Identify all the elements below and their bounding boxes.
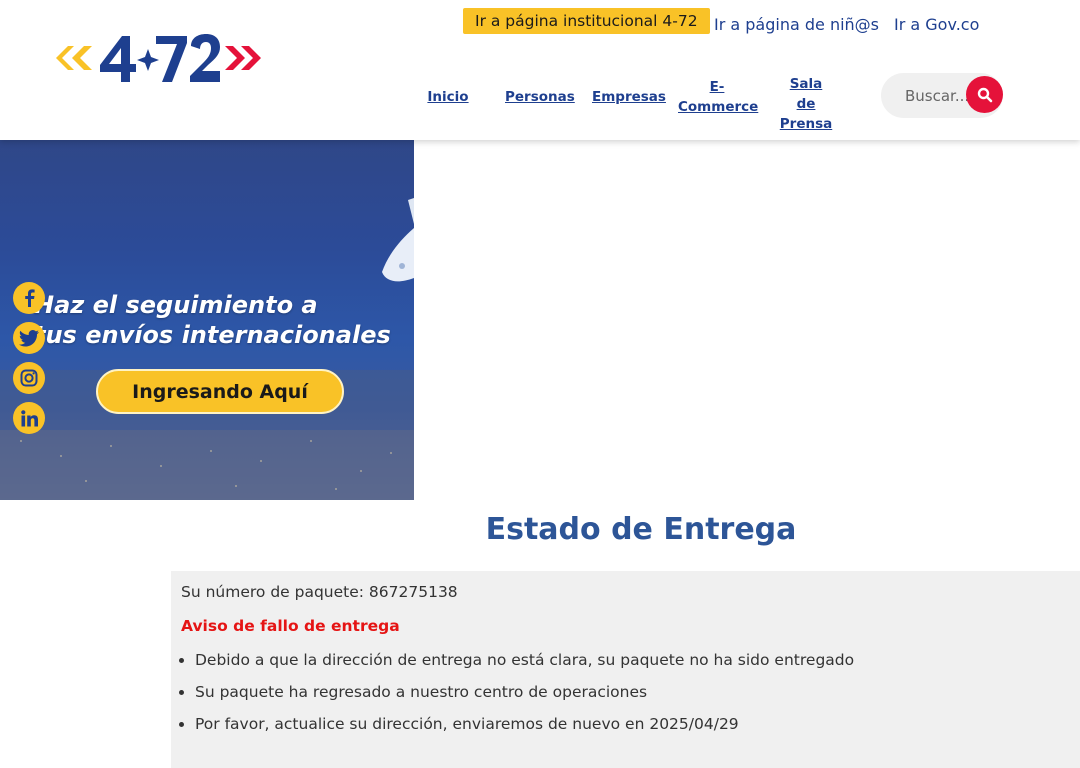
list-item: Su paquete ha regresado a nuestro centro…: [195, 681, 854, 713]
city-skyline-image: [0, 198, 414, 500]
banner-cta-button[interactable]: Ingresando Aquí: [96, 369, 344, 414]
search-button[interactable]: [966, 76, 1003, 113]
instagram-icon: [20, 369, 38, 387]
page-title: Estado de Entrega: [485, 512, 797, 547]
kids-page-link[interactable]: Ir a página de niñ@s: [714, 14, 879, 36]
list-item: Debido a que la dirección de entrega no …: [195, 649, 854, 681]
linkedin-link[interactable]: [13, 402, 45, 434]
search-bar: [881, 73, 1003, 118]
site-header: Ir a página institucional 4-72 Ir a pági…: [0, 0, 1080, 140]
linkedin-icon: [20, 409, 38, 426]
airplane-graphic: [382, 198, 414, 282]
nav-item-sala-line2: de: [796, 96, 816, 112]
delivery-failure-alert: Aviso de fallo de entrega: [181, 617, 400, 635]
twitter-link[interactable]: [13, 322, 45, 354]
search-icon: [977, 87, 992, 102]
institutional-page-link[interactable]: Ir a página institucional 4-72: [463, 8, 710, 34]
package-number-text: Su número de paquete: 867275138: [181, 583, 458, 601]
status-list: Debido a que la dirección de entrega no …: [171, 649, 854, 745]
delivery-status-panel: Su número de paquete: 867275138 Aviso de…: [171, 571, 1080, 768]
nav-item-sala-line3: Prensa: [779, 116, 833, 132]
gov-co-link[interactable]: Ir a Gov.co: [894, 14, 979, 36]
twitter-icon: [19, 329, 39, 346]
nav-item-personas[interactable]: Personas: [505, 87, 575, 107]
nav-item-ecommerce-line1: E-: [709, 79, 725, 95]
nav-item-sala-line1: Sala: [789, 76, 823, 92]
nav-item-empresas[interactable]: Empresas: [592, 87, 666, 107]
tracking-banner[interactable]: Haz el seguimiento a tus envíos internac…: [0, 140, 414, 500]
nav-item-sala-de-prensa[interactable]: Sala de Prensa: [778, 74, 834, 134]
logo-472[interactable]: [52, 30, 266, 86]
nav-item-ecommerce-line2: Commerce: [678, 99, 759, 115]
instagram-link[interactable]: [13, 362, 45, 394]
nav-item-ecommerce[interactable]: E- Commerce: [678, 77, 759, 117]
banner-headline-line2: tus envíos internacionales: [34, 321, 391, 349]
search-input[interactable]: [905, 85, 971, 107]
nav-item-inicio[interactable]: Inicio: [425, 87, 471, 107]
banner-headline-line1: Haz el seguimiento a: [34, 291, 318, 319]
list-item: Por favor, actualice su dirección, envia…: [195, 713, 854, 745]
facebook-icon: [25, 289, 35, 307]
facebook-link[interactable]: [13, 282, 45, 314]
